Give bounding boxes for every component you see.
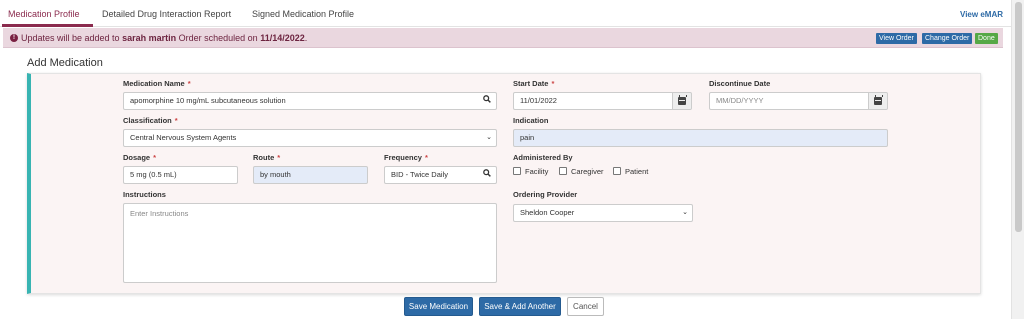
chevron-down-icon: ⌄ — [682, 209, 688, 216]
search-icon[interactable] — [481, 167, 493, 183]
scrollbar-thumb[interactable] — [1015, 2, 1022, 232]
start-date-label: Start Date * — [513, 79, 555, 88]
indication-label: Indication — [513, 116, 549, 125]
instructions-label: Instructions — [123, 190, 166, 199]
tab-signed-medication-profile[interactable]: Signed Medication Profile — [252, 9, 354, 19]
tab-bar: Medication Profile Detailed Drug Interac… — [0, 0, 1011, 27]
discontinue-date-input[interactable]: MM/DD/YYYY — [709, 92, 888, 110]
patient-checkbox-label: Patient — [625, 167, 649, 176]
main-panel: Medication Profile Detailed Drug Interac… — [0, 0, 1011, 319]
medication-name-label: Medication Name * — [123, 79, 191, 88]
route-label: Route * — [253, 153, 281, 162]
indication-input[interactable]: pain — [513, 129, 888, 147]
route-input[interactable]: by mouth — [253, 166, 368, 184]
medication-name-input[interactable]: apomorphine 10 mg/mL subcutaneous soluti… — [123, 92, 497, 110]
caregiver-checkbox-label: Caregiver — [571, 167, 604, 176]
dosage-label: Dosage * — [123, 153, 157, 162]
facility-checkbox-label: Facility — [525, 167, 549, 176]
ordering-provider-select[interactable]: Sheldon Cooper ⌄ — [513, 204, 693, 222]
dosage-input[interactable]: 5 mg (0.5 mL) — [123, 166, 238, 184]
done-button[interactable]: Done — [975, 33, 998, 44]
active-tab-indicator — [2, 24, 93, 27]
classification-select[interactable]: Central Nervous System Agents ⌄ — [123, 129, 497, 147]
search-icon[interactable] — [481, 93, 493, 109]
caregiver-checkbox[interactable] — [559, 167, 567, 175]
patient-checkbox[interactable] — [613, 167, 621, 175]
chevron-down-icon: ⌄ — [486, 134, 492, 141]
discontinue-date-label: Discontinue Date — [709, 79, 771, 88]
start-date-input[interactable]: 11/01/2022 — [513, 92, 692, 110]
change-order-button[interactable]: Change Order — [922, 33, 973, 44]
banner-patient-name: sarah martin — [122, 33, 177, 43]
save-medication-button[interactable]: Save Medication — [404, 297, 473, 316]
calendar-icon[interactable] — [868, 93, 887, 109]
tab-medication-profile[interactable]: Medication Profile — [8, 9, 80, 19]
view-order-button[interactable]: View Order — [876, 33, 917, 44]
info-icon: ! — [10, 34, 18, 42]
section-title: Add Medication — [27, 57, 103, 69]
banner-message: Updates will be added to sarah martin Or… — [21, 33, 308, 43]
banner-date: 11/14/2022 — [260, 33, 305, 43]
facility-checkbox[interactable] — [513, 167, 521, 175]
cancel-button[interactable]: Cancel — [567, 297, 604, 316]
ordering-provider-label: Ordering Provider — [513, 190, 578, 199]
tab-drug-interaction-report[interactable]: Detailed Drug Interaction Report — [102, 9, 231, 19]
frequency-label: Frequency * — [384, 153, 428, 162]
calendar-icon[interactable] — [672, 93, 691, 109]
save-and-add-another-button[interactable]: Save & Add Another — [479, 297, 561, 316]
frequency-input[interactable]: BID - Twice Daily — [384, 166, 497, 184]
vertical-scrollbar[interactable] — [1011, 0, 1024, 319]
instructions-textarea[interactable]: Enter Instructions — [123, 203, 497, 283]
administered-by-label: Administered By — [513, 153, 573, 162]
update-banner: ! Updates will be added to sarah martin … — [3, 28, 1003, 48]
classification-label: Classification * — [123, 116, 178, 125]
view-emar-link[interactable]: View eMAR — [960, 10, 1003, 19]
